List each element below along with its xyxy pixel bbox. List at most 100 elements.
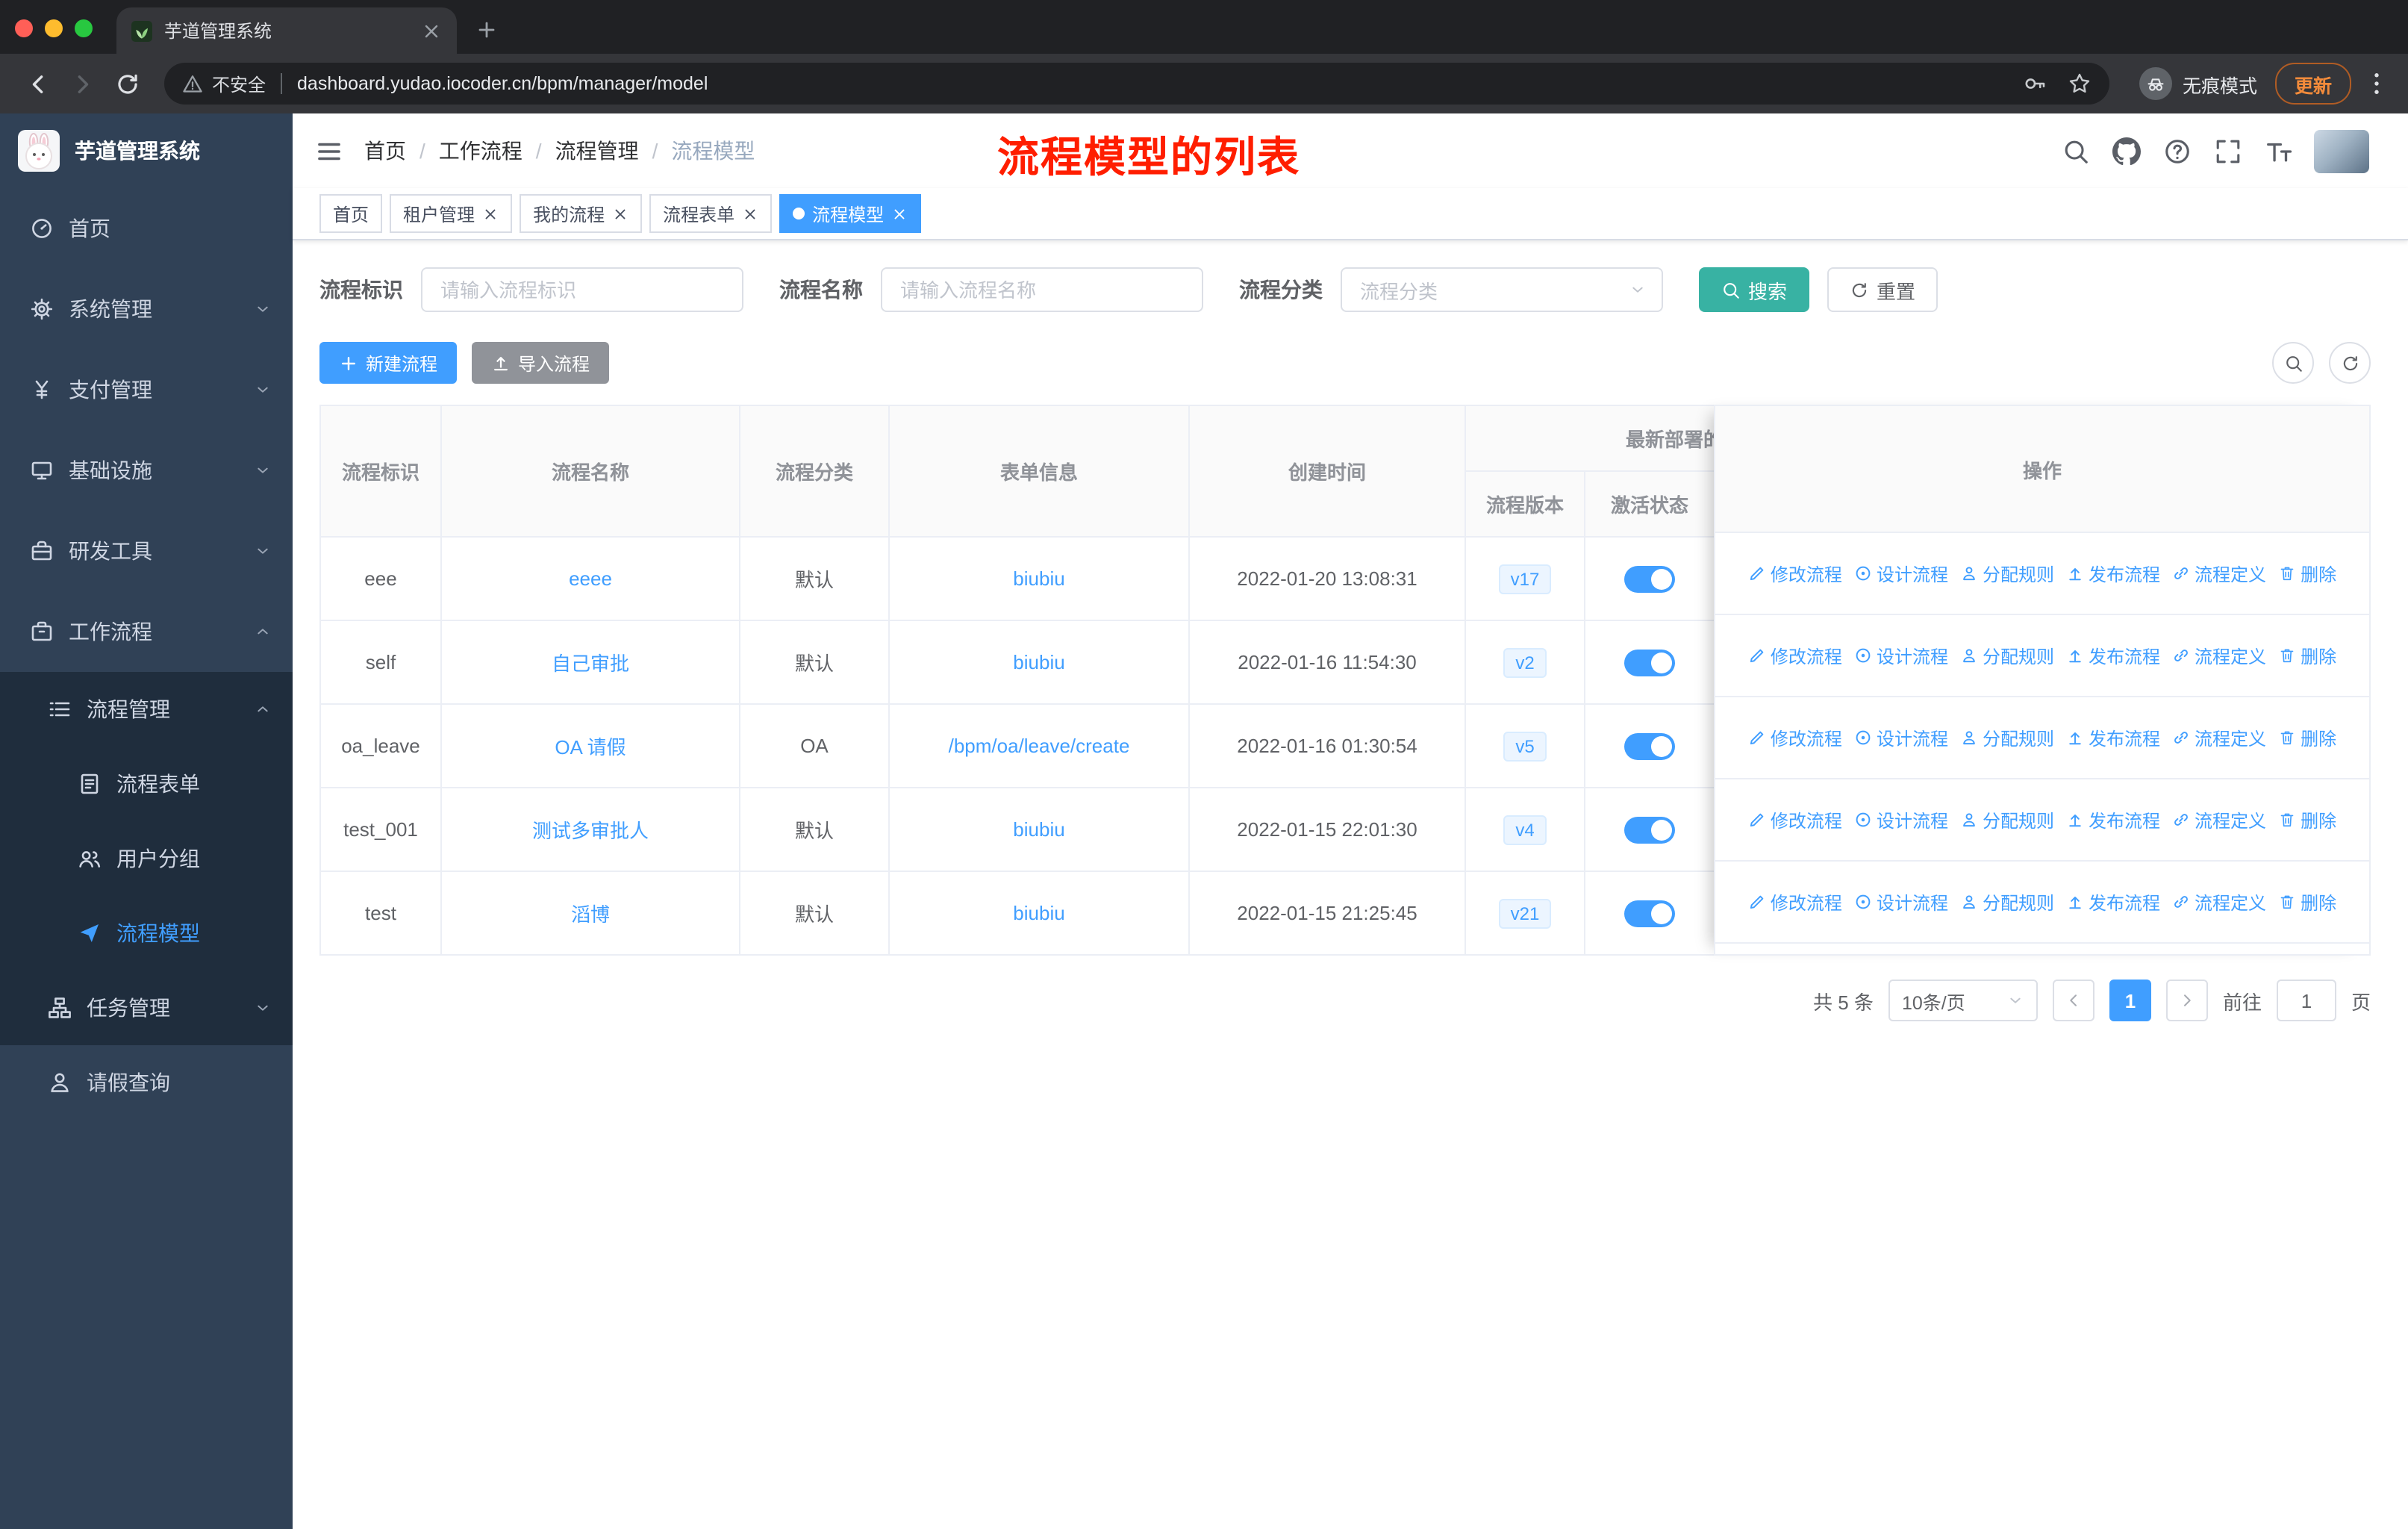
active-status-toggle[interactable] bbox=[1624, 565, 1675, 592]
action-edit-link[interactable]: 修改流程 bbox=[1748, 725, 1842, 750]
action-design-link[interactable]: 设计流程 bbox=[1854, 561, 1948, 586]
process-name-link[interactable]: OA 请假 bbox=[555, 736, 626, 759]
fullscreen-icon[interactable] bbox=[2214, 137, 2242, 165]
breadcrumb-item[interactable]: 首页 bbox=[364, 136, 406, 166]
refresh-table-button[interactable] bbox=[2329, 342, 2371, 384]
breadcrumb-item[interactable]: 工作流程 bbox=[439, 136, 523, 166]
page-1-button[interactable]: 1 bbox=[2109, 980, 2151, 1021]
action-delete-link[interactable]: 删除 bbox=[2278, 725, 2336, 750]
back-button[interactable] bbox=[18, 64, 57, 103]
close-icon[interactable] bbox=[742, 205, 758, 222]
sidebar-item-devtools[interactable]: 研发工具 bbox=[0, 511, 293, 591]
form-info-link[interactable]: /bpm/oa/leave/create bbox=[949, 735, 1130, 757]
update-button[interactable]: 更新 bbox=[2274, 63, 2351, 105]
action-edit-link[interactable]: 修改流程 bbox=[1748, 643, 1842, 668]
create-process-button[interactable]: 新建流程 bbox=[319, 342, 458, 384]
action-design-link[interactable]: 设计流程 bbox=[1854, 643, 1948, 668]
sidebar-item-task-management[interactable]: 任务管理 bbox=[0, 971, 293, 1045]
close-icon[interactable] bbox=[482, 205, 499, 222]
action-delete-link[interactable]: 删除 bbox=[2278, 561, 2336, 586]
process-name-link[interactable]: eeee bbox=[569, 567, 612, 590]
zoom-window-button[interactable] bbox=[75, 19, 93, 37]
sidebar-item-leave-query[interactable]: 请假查询 bbox=[0, 1045, 293, 1120]
form-info-link[interactable]: biubiu bbox=[1013, 567, 1064, 590]
reset-button[interactable]: 重置 bbox=[1827, 267, 1938, 312]
action-delete-link[interactable]: 删除 bbox=[2278, 889, 2336, 915]
menu-dots-icon[interactable] bbox=[2363, 70, 2390, 97]
sidebar-item-infrastructure[interactable]: 基础设施 bbox=[0, 430, 293, 511]
action-assign-link[interactable]: 分配规则 bbox=[1960, 889, 2054, 915]
new-tab-button[interactable] bbox=[475, 18, 499, 42]
action-design-link[interactable]: 设计流程 bbox=[1854, 807, 1948, 832]
address-bar[interactable]: 不安全 dashboard.yudao.iocoder.cn/bpm/manag… bbox=[164, 63, 2109, 105]
action-delete-link[interactable]: 删除 bbox=[2278, 807, 2336, 832]
tags-view-tab[interactable]: 流程模型 bbox=[779, 194, 922, 233]
font-size-icon[interactable] bbox=[2265, 137, 2293, 165]
next-page-button[interactable] bbox=[2165, 980, 2208, 1021]
sidebar-item-user-group[interactable]: 用户分组 bbox=[0, 821, 293, 896]
version-badge[interactable]: v21 bbox=[1498, 898, 1552, 928]
action-assign-link[interactable]: 分配规则 bbox=[1960, 807, 2054, 832]
close-tab-icon[interactable] bbox=[421, 20, 442, 41]
process-name-link[interactable]: 自己审批 bbox=[552, 653, 629, 675]
action-publish-link[interactable]: 发布流程 bbox=[2066, 643, 2160, 668]
action-design-link[interactable]: 设计流程 bbox=[1854, 725, 1948, 750]
action-edit-link[interactable]: 修改流程 bbox=[1748, 889, 1842, 915]
reload-button[interactable] bbox=[107, 64, 146, 103]
process-name-input[interactable] bbox=[881, 267, 1203, 312]
active-status-toggle[interactable] bbox=[1624, 649, 1675, 676]
action-assign-link[interactable]: 分配规则 bbox=[1960, 725, 2054, 750]
action-definition-link[interactable]: 流程定义 bbox=[2172, 725, 2266, 750]
browser-tab[interactable]: 芋道管理系统 bbox=[116, 7, 457, 54]
goto-page-input[interactable] bbox=[2276, 980, 2336, 1021]
process-key-input[interactable] bbox=[421, 267, 743, 312]
version-badge[interactable]: v4 bbox=[1503, 815, 1547, 844]
close-window-button[interactable] bbox=[15, 19, 33, 37]
toggle-search-button[interactable] bbox=[2272, 342, 2314, 384]
close-icon[interactable] bbox=[891, 205, 908, 222]
action-assign-link[interactable]: 分配规则 bbox=[1960, 561, 2054, 586]
sidebar-item-payment[interactable]: 支付管理 bbox=[0, 349, 293, 430]
forward-button[interactable] bbox=[63, 64, 102, 103]
action-delete-link[interactable]: 删除 bbox=[2278, 643, 2336, 668]
page-size-select[interactable]: 10条/页 bbox=[1888, 980, 2038, 1021]
prev-page-button[interactable] bbox=[2052, 980, 2094, 1021]
key-icon[interactable] bbox=[2023, 72, 2047, 96]
minimize-window-button[interactable] bbox=[45, 19, 63, 37]
version-badge[interactable]: v2 bbox=[1503, 647, 1547, 677]
github-icon[interactable] bbox=[2112, 137, 2141, 165]
sidebar-item-process-model[interactable]: 流程模型 bbox=[0, 896, 293, 971]
import-process-button[interactable]: 导入流程 bbox=[472, 342, 610, 384]
action-design-link[interactable]: 设计流程 bbox=[1854, 889, 1948, 915]
action-definition-link[interactable]: 流程定义 bbox=[2172, 807, 2266, 832]
action-definition-link[interactable]: 流程定义 bbox=[2172, 643, 2266, 668]
tags-view-tab[interactable]: 流程表单 bbox=[649, 194, 773, 233]
action-publish-link[interactable]: 发布流程 bbox=[2066, 807, 2160, 832]
sidebar-item-home[interactable]: 首页 bbox=[0, 188, 293, 269]
sidebar-item-workflow[interactable]: 工作流程 bbox=[0, 591, 293, 672]
hamburger-icon[interactable] bbox=[315, 137, 343, 165]
search-icon[interactable] bbox=[2062, 137, 2090, 165]
action-definition-link[interactable]: 流程定义 bbox=[2172, 889, 2266, 915]
action-publish-link[interactable]: 发布流程 bbox=[2066, 561, 2160, 586]
help-icon[interactable] bbox=[2163, 137, 2192, 165]
action-edit-link[interactable]: 修改流程 bbox=[1748, 561, 1842, 586]
version-badge[interactable]: v5 bbox=[1503, 731, 1547, 761]
breadcrumb-item[interactable]: 流程管理 bbox=[555, 136, 639, 166]
action-edit-link[interactable]: 修改流程 bbox=[1748, 807, 1842, 832]
active-status-toggle[interactable] bbox=[1624, 816, 1675, 843]
action-definition-link[interactable]: 流程定义 bbox=[2172, 561, 2266, 586]
search-button[interactable]: 搜索 bbox=[1699, 267, 1810, 312]
action-assign-link[interactable]: 分配规则 bbox=[1960, 643, 2054, 668]
close-icon[interactable] bbox=[612, 205, 628, 222]
user-avatar[interactable] bbox=[2314, 129, 2369, 172]
active-status-toggle[interactable] bbox=[1624, 900, 1675, 927]
sidebar-item-process-form[interactable]: 流程表单 bbox=[0, 747, 293, 821]
action-publish-link[interactable]: 发布流程 bbox=[2066, 889, 2160, 915]
category-select[interactable]: 流程分类 bbox=[1341, 267, 1663, 312]
sidebar-item-system[interactable]: 系统管理 bbox=[0, 269, 293, 349]
tags-view-tab[interactable]: 租户管理 bbox=[390, 194, 513, 233]
form-info-link[interactable]: biubiu bbox=[1013, 818, 1064, 841]
process-name-link[interactable]: 测试多审批人 bbox=[532, 820, 649, 842]
process-name-link[interactable]: 滔博 bbox=[571, 903, 610, 926]
